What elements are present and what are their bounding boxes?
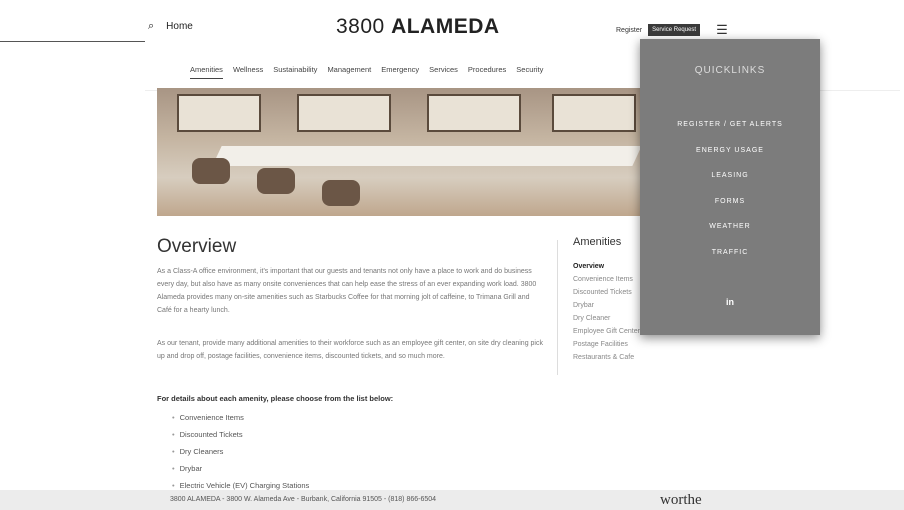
list-item[interactable]: Dry Cleaners — [172, 447, 309, 464]
tab-services[interactable]: Services — [429, 65, 458, 79]
salon-chair — [192, 158, 230, 184]
details-heading: For details about each amenity, please c… — [157, 394, 394, 403]
salon-chair — [322, 180, 360, 206]
search-icon[interactable]: ⌕ — [148, 20, 154, 33]
sidebar-title: Amenities — [573, 236, 622, 248]
amenity-list: Convenience Items Discounted Tickets Dry… — [172, 413, 310, 498]
tab-wellness[interactable]: Wellness — [233, 65, 263, 79]
list-item[interactable]: Convenience Items — [172, 413, 309, 430]
salon-mirror — [297, 94, 391, 132]
tab-emergency[interactable]: Emergency — [381, 65, 419, 79]
amenities-sidebar: Amenities Overview Convenience Items Dis… — [573, 236, 640, 367]
tab-security[interactable]: Security — [516, 65, 543, 79]
salon-chair — [257, 168, 295, 194]
tab-sustainability[interactable]: Sustainability — [273, 65, 317, 79]
quicklinks-title: QUICKLINKS — [694, 65, 766, 76]
site-logo[interactable]: 3800 ALAMEDA — [336, 15, 500, 39]
quicklink-weather[interactable]: WEATHER — [640, 223, 820, 249]
sidebar-item-postage-facilities[interactable]: Postage Facilities — [573, 341, 640, 354]
tab-procedures[interactable]: Procedures — [468, 65, 506, 79]
footer-address: 3800 ALAMEDA - 3800 W. Alameda Ave - Bur… — [170, 496, 437, 503]
tab-management[interactable]: Management — [327, 65, 371, 79]
sidebar-item-discounted-tickets[interactable]: Discounted Tickets — [573, 289, 640, 302]
list-item[interactable]: Discounted Tickets — [172, 430, 309, 447]
sidebar-item-drybar[interactable]: Drybar — [573, 302, 640, 315]
sidebar-item-overview[interactable]: Overview — [573, 263, 640, 276]
logo-name: ALAMEDA — [391, 15, 500, 38]
tab-amenities[interactable]: Amenities — [190, 65, 223, 79]
footer-brand-logo[interactable]: worthe — [660, 492, 702, 509]
page-title: Overview — [157, 236, 237, 257]
list-item[interactable]: Drybar — [172, 464, 309, 481]
overview-paragraph-2: As our tenant, provide many additional a… — [157, 340, 543, 360]
salon-mirror — [427, 94, 521, 132]
service-request-button[interactable]: Service Request — [648, 24, 701, 36]
hamburger-menu-icon[interactable]: ☰ — [716, 22, 728, 38]
main-nav: Amenities Wellness Sustainability Manage… — [190, 65, 543, 79]
hero-image — [157, 88, 652, 216]
site-footer: 3800 ALAMEDA - 3800 W. Alameda Ave - Bur… — [0, 490, 904, 510]
quicklinks-panel: QUICKLINKS REGISTER / GET ALERTS ENERGY … — [640, 39, 820, 335]
register-link[interactable]: Register — [616, 27, 642, 34]
sidebar-divider — [557, 240, 558, 375]
sidebar-item-convenience-items[interactable]: Convenience Items — [573, 276, 640, 289]
quicklink-register-alerts[interactable]: REGISTER / GET ALERTS — [640, 121, 820, 147]
quicklink-energy-usage[interactable]: ENERGY USAGE — [640, 147, 820, 173]
header-actions: Register Service Request ☰ — [616, 22, 728, 38]
sidebar-item-restaurants[interactable]: Restaurants & Cafe — [573, 354, 640, 367]
quicklinks-list: REGISTER / GET ALERTS ENERGY USAGE LEASI… — [640, 121, 820, 275]
salon-mirror — [552, 94, 636, 132]
overview-paragraph: As a Class-A office environment, it's im… — [157, 268, 537, 314]
quicklink-leasing[interactable]: LEASING — [640, 172, 820, 198]
home-link[interactable]: Home — [166, 21, 193, 32]
sidebar-item-employee-gift-center[interactable]: Employee Gift Center — [573, 328, 640, 341]
salon-counter — [212, 146, 642, 166]
salon-mirror — [177, 94, 261, 132]
quicklink-forms[interactable]: FORMS — [640, 198, 820, 224]
search-area[interactable]: ⌕ Home — [148, 20, 193, 33]
logo-number: 3800 — [336, 15, 392, 38]
linkedin-icon[interactable]: in — [640, 297, 820, 307]
quicklink-traffic[interactable]: TRAFFIC — [640, 249, 820, 275]
sidebar-item-dry-cleaner[interactable]: Dry Cleaner — [573, 315, 640, 328]
